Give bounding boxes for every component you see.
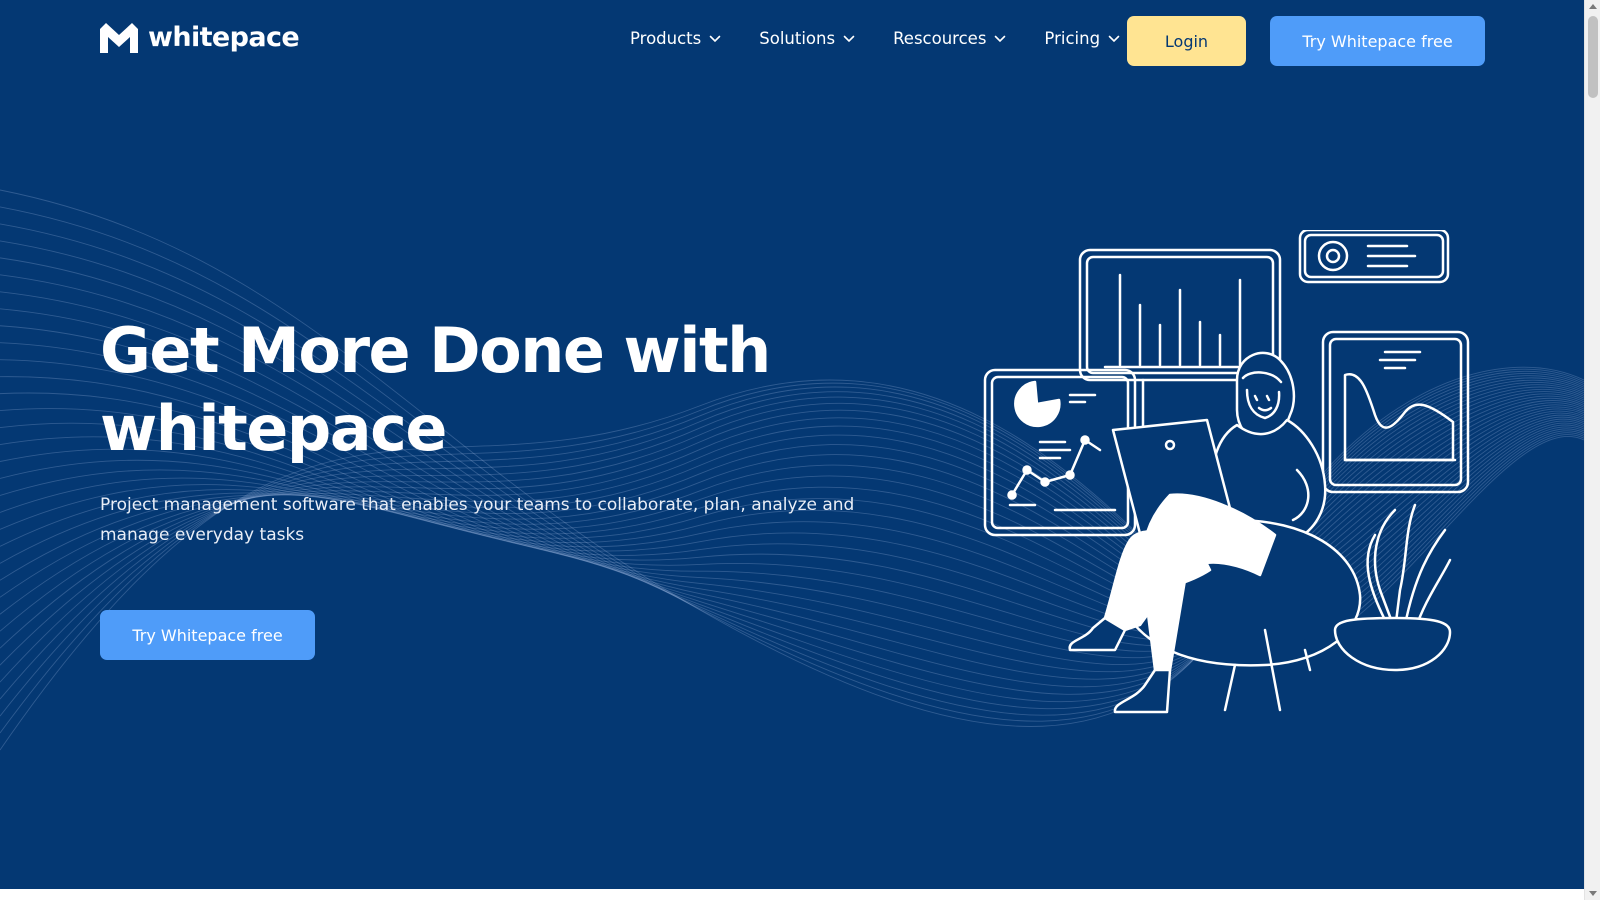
hero-title-line-2: whitepace [100,392,447,465]
nav-item-label: Solutions [759,29,836,48]
nav-item-resources[interactable]: Rescources [893,29,1006,48]
nav-item-label: Pricing [1044,29,1101,48]
try-free-hero-button[interactable]: Try Whitepace free [100,610,315,660]
nav-item-products[interactable]: Products [630,29,721,48]
hero-title: Get More Done with whitepace [100,312,860,468]
site-header: whitepace Products Solutions Rescources … [0,0,1584,82]
main-nav: Products Solutions Rescources Pricing [630,29,1158,48]
nav-item-pricing[interactable]: Pricing [1044,29,1120,48]
scrollbar-thumb[interactable] [1588,16,1598,98]
login-button[interactable]: Login [1127,16,1246,66]
chevron-down-icon [1108,35,1120,42]
chevron-down-icon [995,35,1006,42]
nav-item-label: Products [630,29,702,48]
chevron-down-icon [709,35,721,42]
chevron-down-icon [843,35,855,42]
section-divider [0,889,1584,900]
nav-item-label: Rescources [893,29,987,48]
try-free-header-button[interactable]: Try Whitepace free [1270,16,1485,66]
woman-with-laptop-dashboard-illustration [983,230,1470,714]
scroll-up-arrow-icon[interactable] [1589,4,1597,9]
brand-logo[interactable]: whitepace [100,22,300,53]
whitepace-logo-icon [100,22,138,53]
landing-page: whitepace Products Solutions Rescources … [0,0,1584,900]
nav-item-solutions[interactable]: Solutions [759,29,855,48]
brand-name: whitepace [148,22,300,53]
scroll-down-arrow-icon[interactable] [1589,891,1597,896]
hero-subtitle: Project management software that enables… [100,495,855,545]
hero-title-line-1: Get More Done with [100,314,771,387]
page-scrollbar[interactable] [1584,0,1600,900]
